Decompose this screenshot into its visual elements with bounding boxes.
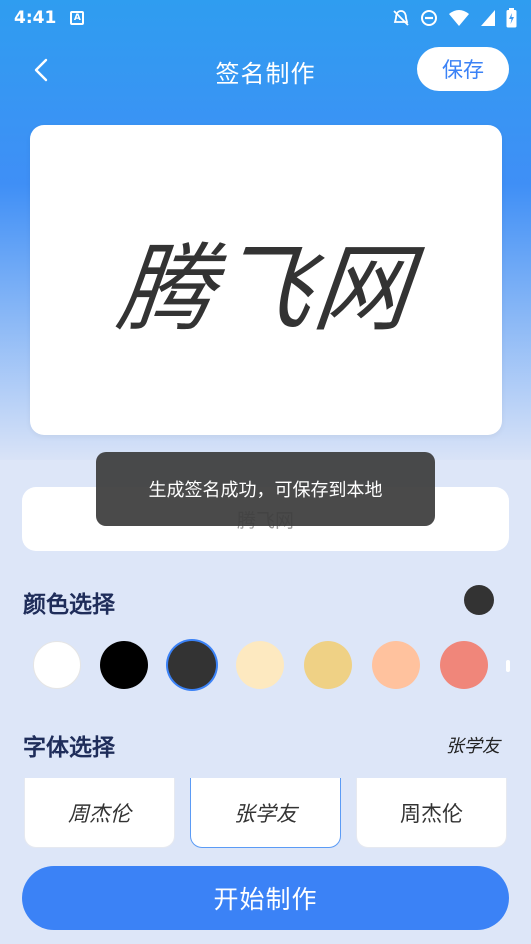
color-swatch-white[interactable] <box>33 641 81 689</box>
color-section-title: 颜色选择 <box>23 592 115 618</box>
font-option-2[interactable]: 张学友 <box>190 778 341 848</box>
status-icons <box>392 8 517 28</box>
save-button[interactable]: 保存 <box>417 47 509 91</box>
color-swatch-gold[interactable] <box>304 641 352 689</box>
color-swatch-list <box>0 641 531 691</box>
color-swatch-dark-gray[interactable] <box>168 641 216 689</box>
battery-charging-icon <box>506 8 517 28</box>
signal-icon <box>481 10 495 26</box>
wifi-icon <box>449 10 469 26</box>
signature-preview-card: 腾飞网 <box>30 125 502 435</box>
font-section-title: 字体选择 <box>23 735 115 761</box>
color-swatch-partial <box>506 660 510 672</box>
font-option-list: 周杰伦 张学友 周杰伦 <box>0 778 531 850</box>
signature-preview-text: 腾飞网 <box>112 232 418 345</box>
selected-font-preview: 张学友 <box>446 736 500 757</box>
notification-a-icon: A <box>70 11 85 25</box>
selected-color-indicator <box>464 585 494 615</box>
success-toast: 生成签名成功，可保存到本地 <box>96 452 435 526</box>
color-swatch-coral[interactable] <box>440 641 488 689</box>
color-swatch-peach[interactable] <box>372 641 420 689</box>
start-button[interactable]: 开始制作 <box>22 866 509 930</box>
font-option-1[interactable]: 周杰伦 <box>24 778 175 848</box>
color-swatch-cream[interactable] <box>236 641 284 689</box>
status-bar: 4:41 A <box>0 0 531 36</box>
font-option-3[interactable]: 周杰伦 <box>356 778 507 848</box>
app-header: 签名制作 保存 <box>0 44 531 96</box>
bell-off-icon <box>393 10 409 26</box>
color-swatch-black[interactable] <box>100 641 148 689</box>
do-not-disturb-icon <box>421 10 437 26</box>
status-time: 4:41 <box>14 8 57 28</box>
